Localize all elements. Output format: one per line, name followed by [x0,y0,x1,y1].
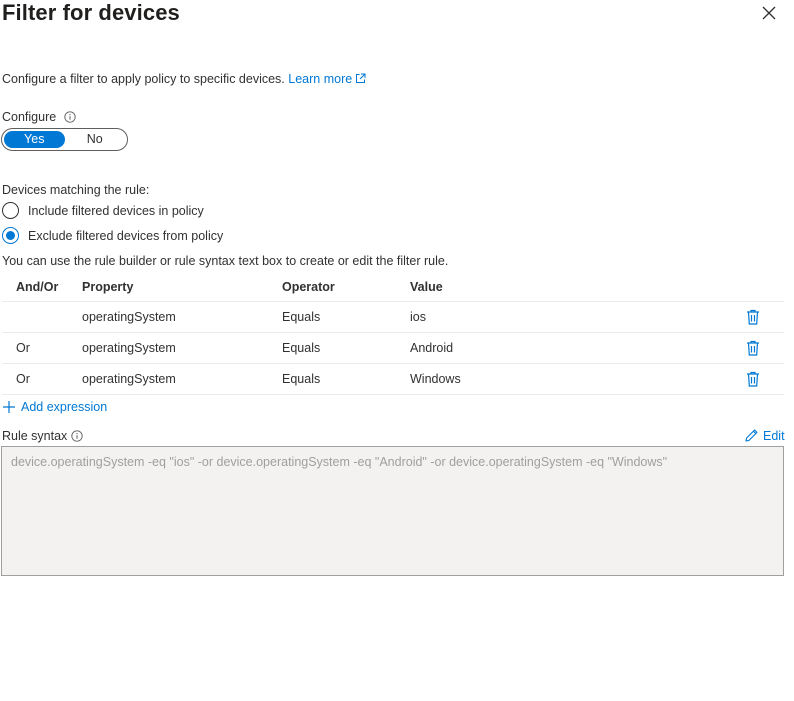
exclude-filtered-radio[interactable]: Exclude filtered devices from policy [2,227,223,244]
include-filtered-radio[interactable]: Include filtered devices in policy [2,202,204,219]
column-header-andor: And/Or [16,279,59,294]
external-link-icon [356,73,366,83]
radio-button-checked[interactable] [2,227,19,244]
row-property[interactable]: operatingSystem [82,310,282,324]
add-expression-label: Add expression [21,400,108,414]
row-andor[interactable]: Or [2,372,82,386]
edit-button[interactable]: Edit [744,428,785,443]
trash-icon[interactable] [746,371,760,387]
row-value[interactable]: Windows [410,372,710,386]
add-expression-button[interactable]: Add expression [2,400,107,414]
table-header: And/Or Property Operator Value [2,272,784,302]
row-andor[interactable]: Or [2,341,82,355]
edit-label: Edit [763,428,785,443]
trash-icon[interactable] [746,340,760,356]
rule-builder-hint: You can use the rule builder or rule syn… [2,254,449,268]
table-row[interactable]: Or operatingSystem Equals Android [2,333,784,364]
row-operator[interactable]: Equals [282,372,410,386]
configure-toggle[interactable]: Yes No [1,128,128,151]
panel-description-row: Configure a filter to apply policy to sp… [2,72,366,86]
row-operator[interactable]: Equals [282,310,410,324]
row-value[interactable]: Android [410,341,710,355]
pencil-icon [745,429,758,442]
rule-builder-table: And/Or Property Operator Value operating… [2,272,784,395]
close-icon[interactable] [760,4,778,22]
table-row[interactable]: operatingSystem Equals ios [2,302,784,333]
info-icon[interactable] [64,111,76,123]
configure-yes-option[interactable]: Yes [4,131,65,148]
row-operator[interactable]: Equals [282,341,410,355]
info-icon[interactable] [71,430,83,442]
rule-syntax-label-row: Rule syntax [2,429,83,443]
devices-matching-label: Devices matching the rule: [2,183,150,197]
configure-label-row: Configure [2,110,76,124]
include-filtered-label: Include filtered devices in policy [28,203,204,218]
trash-icon[interactable] [746,309,760,325]
column-header-value: Value [410,279,443,294]
panel-title: Filter for devices [2,0,180,25]
plus-icon [3,401,15,413]
rule-syntax-label: Rule syntax [2,429,68,443]
rule-syntax-textbox[interactable]: device.operatingSystem -eq "ios" -or dev… [1,446,784,576]
column-header-property: Property [82,279,134,294]
table-row[interactable]: Or operatingSystem Equals Windows [2,364,784,395]
learn-more-link[interactable]: Learn more [288,72,366,86]
column-header-operator: Operator [282,279,335,294]
row-value[interactable]: ios [410,310,710,324]
row-property[interactable]: operatingSystem [82,341,282,355]
configure-label: Configure [2,110,57,124]
radio-button-unchecked[interactable] [2,202,19,219]
exclude-filtered-label: Exclude filtered devices from policy [28,228,224,243]
row-property[interactable]: operatingSystem [82,372,282,386]
configure-no-option[interactable]: No [65,131,126,148]
panel-description: Configure a filter to apply policy to sp… [2,72,285,86]
learn-more-label: Learn more [288,72,353,86]
